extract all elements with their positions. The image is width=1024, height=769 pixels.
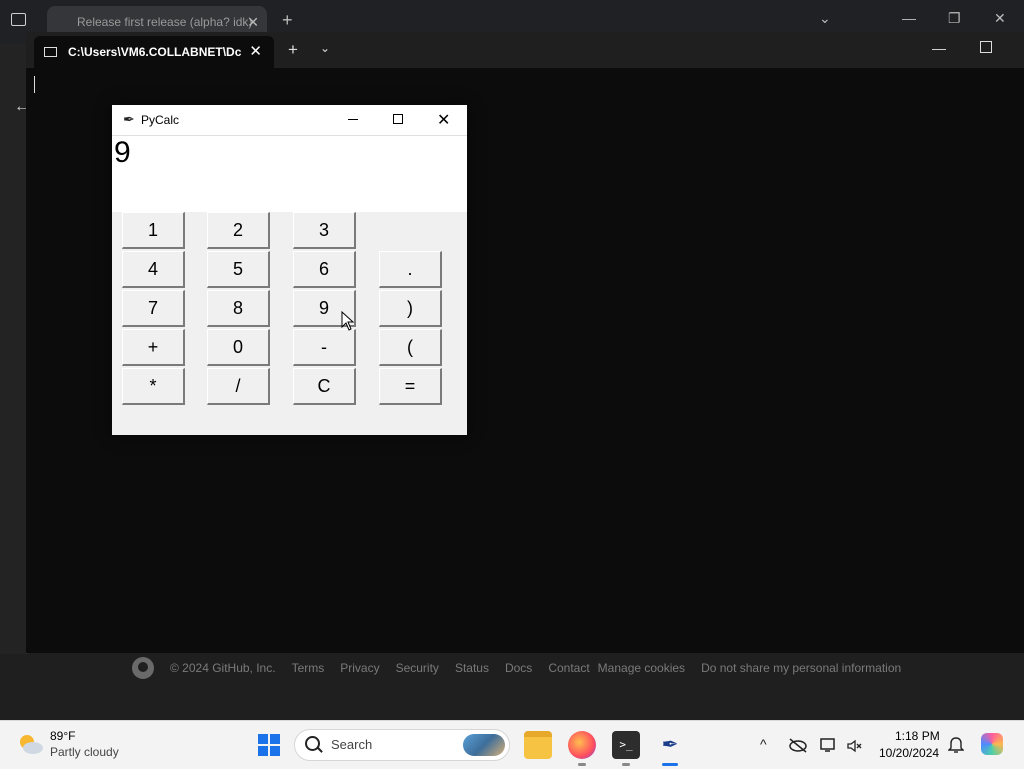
terminal-tab-close-icon[interactable]: ✕ — [249, 36, 262, 68]
mouse-pointer-icon — [341, 311, 355, 331]
terminal-minimize-button[interactable]: — — [932, 40, 946, 56]
pycalc-feather-icon[interactable]: ✒ — [656, 731, 684, 759]
terminal-text-cursor — [34, 76, 35, 93]
footer-link-do-not-share[interactable]: Do not share my personal information — [701, 661, 901, 675]
copilot-icon[interactable] — [981, 733, 1003, 755]
network-icon[interactable] — [820, 737, 838, 753]
key-5[interactable]: 5 — [207, 251, 270, 288]
terminal-new-tab-button[interactable]: + — [288, 40, 298, 60]
footer-link-security[interactable]: Security — [396, 661, 439, 675]
terminal-app-icon[interactable]: >_ — [612, 731, 640, 759]
search-highlight-image — [463, 734, 505, 756]
terminal-maximize-button[interactable] — [980, 41, 992, 53]
key-8[interactable]: 8 — [207, 290, 270, 327]
pycalc-maximize-button[interactable] — [393, 114, 403, 124]
clock-date[interactable]: 10/20/2024 — [879, 746, 939, 760]
key-6[interactable]: 6 — [293, 251, 356, 288]
terminal-running-indicator — [622, 763, 630, 766]
key-1[interactable]: 1 — [122, 212, 185, 249]
key-2[interactable]: 2 — [207, 212, 270, 249]
browser-tab-title: Release first release (alpha? idk) — [77, 15, 253, 29]
key-left-paren[interactable]: ( — [379, 329, 442, 366]
taskbar-search-box[interactable]: Search — [294, 729, 510, 761]
partly-cloudy-icon[interactable] — [16, 732, 44, 756]
key-3[interactable]: 3 — [293, 212, 356, 249]
footer-link-privacy[interactable]: Privacy — [340, 661, 379, 675]
terminal-tab-title: C:\Users\VM6.COLLABNET\Dc — [68, 45, 242, 59]
footer-link-docs[interactable]: Docs — [505, 661, 532, 675]
github-logo-icon[interactable] — [132, 657, 154, 679]
key-right-paren[interactable]: ) — [379, 290, 442, 327]
weather-description[interactable]: Partly cloudy — [50, 745, 119, 759]
search-placeholder: Search — [331, 737, 373, 752]
browser-restore-button[interactable]: ❐ — [948, 10, 961, 27]
notification-bell-icon[interactable] — [948, 736, 964, 754]
file-explorer-icon[interactable] — [524, 731, 552, 759]
terminal-dropdown-chevron-icon[interactable]: ⌄ — [320, 41, 330, 55]
key-multiply[interactable]: * — [122, 368, 185, 405]
key-4[interactable]: 4 — [122, 251, 185, 288]
taskbar: 89°F Partly cloudy Search >_ ✒ ^ 1:18 PM… — [0, 720, 1024, 769]
key-divide[interactable]: / — [207, 368, 270, 405]
show-hidden-icons-chevron-icon[interactable]: ^ — [760, 736, 767, 752]
key-decimal[interactable]: . — [379, 251, 442, 288]
browser-minimize-button[interactable]: — — [902, 10, 916, 26]
key-plus[interactable]: + — [122, 329, 185, 366]
calculator-display: 9 — [112, 135, 467, 212]
pycalc-close-button[interactable]: ✕ — [437, 110, 450, 130]
tab-actions-icon[interactable] — [11, 13, 26, 26]
github-footer: © 2024 GitHub, Inc. Terms Privacy Securi… — [132, 657, 901, 679]
display-value: 9 — [114, 136, 131, 169]
footer-link-status[interactable]: Status — [455, 661, 489, 675]
volume-muted-icon[interactable] — [846, 738, 862, 754]
windows-start-icon[interactable] — [258, 734, 280, 756]
onedrive-offline-icon[interactable] — [788, 737, 808, 753]
key-0[interactable]: 0 — [207, 329, 270, 366]
key-equals[interactable]: = — [379, 368, 442, 405]
firefox-running-indicator — [578, 763, 586, 766]
pycalc-window: ✒ PyCalc ✕ 9 1 2 3 4 5 6 . 7 8 9 ) + 0 -… — [112, 105, 467, 435]
cmd-icon — [44, 47, 57, 57]
key-minus[interactable]: - — [293, 329, 356, 366]
key-7[interactable]: 7 — [122, 290, 185, 327]
browser-tab-search-icon[interactable]: ⌄ — [819, 10, 831, 27]
footer-link-terms[interactable]: Terms — [292, 661, 325, 675]
clock-time[interactable]: 1:18 PM — [895, 729, 940, 743]
pycalc-minimize-button[interactable] — [348, 119, 358, 120]
browser-new-tab-button[interactable]: + — [282, 10, 293, 31]
browser-close-button[interactable]: ✕ — [994, 10, 1006, 27]
footer-link-contact[interactable]: Contact — [548, 661, 589, 675]
feather-icon: ✒ — [123, 111, 135, 127]
browser-sidebar: ← — [0, 44, 30, 654]
pycalc-title-bar[interactable]: ✒ PyCalc ✕ — [112, 105, 467, 135]
pycalc-title: PyCalc — [141, 113, 180, 127]
footer-copyright: © 2024 GitHub, Inc. — [170, 661, 276, 675]
terminal-tab[interactable]: C:\Users\VM6.COLLABNET\Dc ✕ — [34, 36, 274, 68]
footer-link-manage-cookies[interactable]: Manage cookies — [598, 661, 685, 675]
terminal-tab-bar: C:\Users\VM6.COLLABNET\Dc ✕ + ⌄ — — [26, 32, 1024, 68]
pycalc-active-indicator — [662, 763, 678, 766]
key-clear[interactable]: C — [293, 368, 356, 405]
firefox-icon[interactable] — [568, 731, 596, 759]
weather-temperature[interactable]: 89°F — [50, 729, 75, 743]
